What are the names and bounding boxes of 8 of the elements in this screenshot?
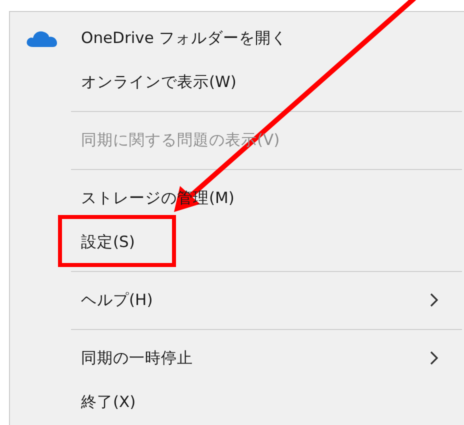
menu-item[interactable]: OneDrive フォルダーを開く	[81, 28, 464, 48]
menu-item[interactable]: 設定(S)	[81, 232, 464, 252]
menu-item[interactable]: ヘルプ(H)	[81, 290, 429, 310]
menu-item[interactable]: 同期の一時停止	[81, 348, 429, 368]
cloud-icon	[26, 30, 58, 46]
menu-item[interactable]: 終了(X)	[81, 392, 464, 412]
menu-item[interactable]: ストレージの管理(M)	[81, 188, 464, 208]
menu-item[interactable]: オンラインで表示(W)	[81, 72, 464, 92]
